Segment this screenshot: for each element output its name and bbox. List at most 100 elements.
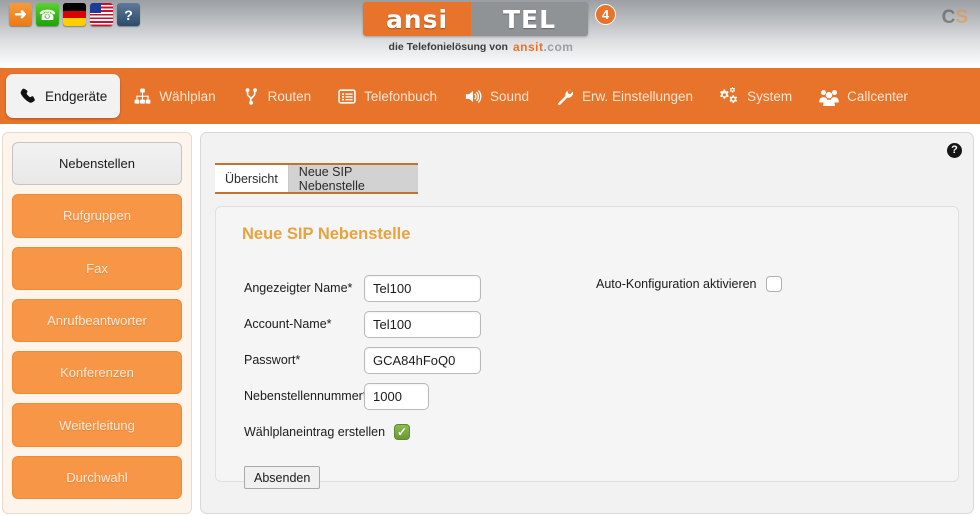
nav-label-endgeraete: Endgeräte bbox=[45, 88, 108, 104]
page-body: Nebenstellen Rufgruppen Fax Anrufbeantwo… bbox=[0, 124, 980, 516]
tab-label-uebersicht: Übersicht bbox=[225, 171, 278, 186]
phone-handset-icon bbox=[19, 87, 38, 106]
sidebar-label-fax: Fax bbox=[86, 260, 108, 276]
field-row-nebenstellennummer: Nebenstellennummer* 1000 bbox=[234, 378, 564, 414]
sidebar-item-anrufbeantworter[interactable]: Anrufbeantworter bbox=[12, 298, 182, 343]
input-angezeigter-name[interactable]: Tel100 bbox=[364, 274, 481, 302]
sidebar-label-konferenzen: Konferenzen bbox=[60, 365, 134, 381]
sidebar-label-durchwahl: Durchwahl bbox=[66, 469, 128, 485]
form-panel: Neue SIP Nebenstelle Angezeigter Name* T… bbox=[215, 206, 959, 489]
speaker-icon bbox=[463, 87, 483, 106]
cs-watermark-logo: CS bbox=[928, 4, 968, 32]
form-right-column: Auto-Konfiguration aktivieren bbox=[596, 270, 782, 489]
submit-button[interactable]: Absenden bbox=[244, 466, 321, 489]
logo-version-badge: 4 bbox=[595, 4, 616, 25]
flag-de-band-red bbox=[63, 10, 86, 19]
logo-left-block: ansi bbox=[363, 2, 471, 36]
help-book-icon[interactable]: ? bbox=[117, 3, 140, 26]
form-area: Angezeigter Name* Tel100 Account-Name* T… bbox=[234, 270, 940, 489]
sidebar-label-anrufbeantworter: Anrufbeantworter bbox=[47, 312, 147, 328]
flag-us-canton bbox=[90, 3, 101, 13]
input-nebenstellennummer[interactable]: 1000 bbox=[364, 382, 429, 410]
checkbox-tick-icon: ✓ bbox=[397, 425, 408, 439]
nav-label-telefonbuch: Telefonbuch bbox=[364, 88, 437, 104]
nav-label-routen: Routen bbox=[267, 88, 312, 104]
label-angezeigter-name: Angezeigter Name* bbox=[244, 281, 353, 295]
wrench-icon bbox=[555, 87, 575, 106]
route-branch-icon bbox=[242, 87, 261, 106]
content-area: ? Übersicht Neue SIP Nebenstelle Neue SI… bbox=[200, 132, 974, 514]
field-row-auto-konfiguration: Auto-Konfiguration aktivieren bbox=[596, 276, 782, 292]
nav-item-telefonbuch[interactable]: Telefonbuch bbox=[324, 74, 450, 118]
nav-label-system: System bbox=[747, 88, 793, 104]
checkbox-waehlplaneintrag-erstellen[interactable]: ✓ bbox=[394, 424, 411, 440]
flag-de-band-gold bbox=[63, 18, 86, 26]
logo-text-tel: TEL bbox=[502, 4, 557, 34]
brand-logo: ansi TEL 4 die Telefonielösung von ansit… bbox=[363, 2, 616, 54]
list-lines-icon bbox=[337, 87, 357, 106]
nav-item-routen[interactable]: Routen bbox=[229, 74, 325, 118]
flag-de-icon[interactable] bbox=[63, 3, 86, 26]
nav-label-sound: Sound bbox=[489, 88, 529, 104]
label-waehlplaneintrag: Wählplaneintrag erstellen bbox=[244, 425, 386, 439]
nav-item-endgeraete[interactable]: Endgeräte bbox=[6, 74, 121, 118]
nav-item-erw-einstellungen[interactable]: Erw. Einstellungen bbox=[542, 74, 706, 118]
sidebar-item-weiterleitung[interactable]: Weiterleitung bbox=[12, 403, 182, 447]
logout-icon[interactable]: ➜ bbox=[9, 3, 32, 26]
flag-de-band-black bbox=[63, 3, 86, 11]
nav-item-sound[interactable]: Sound bbox=[450, 74, 542, 118]
tab-bar: Übersicht Neue SIP Nebenstelle bbox=[215, 163, 418, 194]
input-account-name[interactable]: Tel100 bbox=[364, 310, 481, 338]
sidebar-label-weiterleitung: Weiterleitung bbox=[59, 417, 135, 433]
field-row-passwort: Passwort* GCA84hFoQ0 bbox=[234, 342, 564, 378]
tagline-brand: ansit.com bbox=[512, 40, 574, 54]
users-group-icon bbox=[818, 87, 840, 106]
tagline-prefix: die Telefonielösung von bbox=[388, 41, 508, 53]
watermark-letter-c: C bbox=[941, 7, 956, 28]
app-header: ➜ ☎ ? ansi TEL 4 die Telefonielösung von… bbox=[0, 0, 980, 68]
sidebar: Nebenstellen Rufgruppen Fax Anrufbeantwo… bbox=[2, 132, 192, 514]
sidebar-label-nebenstellen: Nebenstellen bbox=[59, 156, 135, 172]
nav-label-callcenter: Callcenter bbox=[847, 88, 908, 104]
form-left-column: Angezeigter Name* Tel100 Account-Name* T… bbox=[234, 270, 564, 489]
sitemap-icon bbox=[133, 87, 152, 106]
gears-icon bbox=[719, 86, 740, 106]
sidebar-item-nebenstellen[interactable]: Nebenstellen bbox=[12, 142, 182, 186]
field-row-account-name: Account-Name* Tel100 bbox=[234, 306, 564, 342]
watermark-letter-s: S bbox=[955, 7, 968, 28]
logo-text-ansi: ansi bbox=[385, 4, 449, 34]
nav-item-waehlplan[interactable]: Wählplan bbox=[120, 74, 228, 118]
sidebar-item-rufgruppen[interactable]: Rufgruppen bbox=[12, 194, 182, 238]
help-icon[interactable]: ? bbox=[947, 143, 962, 158]
help-book-glyph: ? bbox=[124, 6, 133, 23]
nav-item-callcenter[interactable]: Callcenter bbox=[805, 74, 921, 118]
nav-label-waehlplan: Wählplan bbox=[159, 88, 216, 104]
phone-icon[interactable]: ☎ bbox=[36, 3, 59, 26]
logo-bar: ansi TEL bbox=[363, 2, 588, 36]
sidebar-label-rufgruppen: Rufgruppen bbox=[63, 208, 131, 224]
nav-item-system[interactable]: System bbox=[706, 74, 805, 118]
sidebar-item-konferenzen[interactable]: Konferenzen bbox=[12, 351, 182, 395]
tab-label-neue-sip-nebenstelle: Neue SIP Nebenstelle bbox=[298, 164, 365, 193]
flag-us-icon[interactable] bbox=[90, 3, 113, 26]
tab-neue-sip-nebenstelle[interactable]: Neue SIP Nebenstelle bbox=[287, 164, 418, 193]
label-nebenstellennummer: Nebenstellennummer* bbox=[244, 389, 368, 403]
sidebar-item-durchwahl[interactable]: Durchwahl bbox=[12, 455, 182, 499]
label-auto-konfiguration: Auto-Konfiguration aktivieren bbox=[596, 277, 757, 291]
label-account-name: Account-Name* bbox=[244, 317, 332, 331]
logo-right-block: TEL bbox=[471, 2, 588, 36]
checkbox-auto-konfiguration-aktivieren[interactable] bbox=[765, 276, 782, 292]
main-navigation: Endgeräte Wählplan Routen Telefonbuch So… bbox=[0, 68, 980, 124]
header-toolbar: ➜ ☎ ? bbox=[9, 3, 140, 26]
input-passwort[interactable]: GCA84hFoQ0 bbox=[364, 346, 481, 374]
field-row-waehlplaneintrag: Wählplaneintrag erstellen ✓ bbox=[234, 414, 564, 450]
logo-tagline: die Telefonielösung von ansit.com bbox=[363, 40, 599, 54]
sidebar-item-fax[interactable]: Fax bbox=[12, 246, 182, 290]
field-row-angezeigter-name: Angezeigter Name* Tel100 bbox=[234, 270, 564, 306]
tab-uebersicht[interactable]: Übersicht bbox=[215, 165, 288, 192]
logout-glyph: ➜ bbox=[14, 6, 27, 23]
label-passwort: Passwort* bbox=[244, 353, 301, 367]
nav-label-erw-einstellungen: Erw. Einstellungen bbox=[582, 88, 694, 104]
phone-glyph: ☎ bbox=[38, 6, 57, 23]
panel-title: Neue SIP Nebenstelle bbox=[242, 225, 411, 243]
